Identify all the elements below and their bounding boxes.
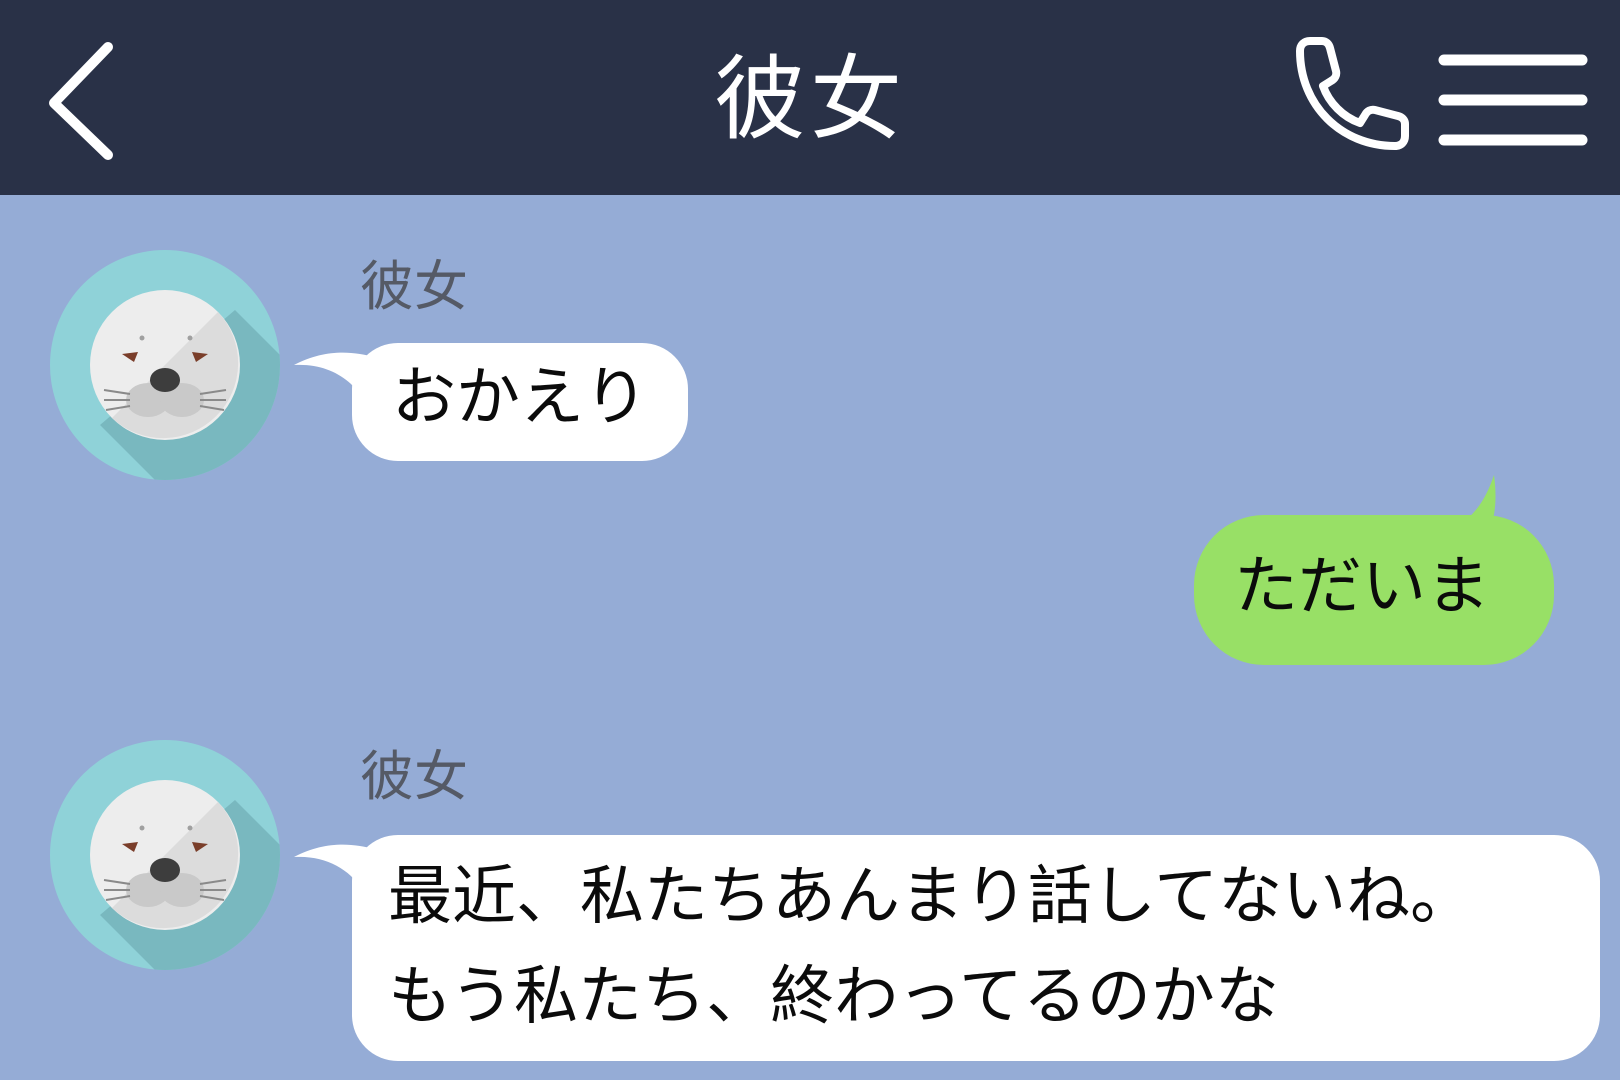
menu-button[interactable] [1438,45,1588,155]
sender-name: 彼女 [360,745,468,808]
avatar[interactable] [50,250,280,480]
chevron-left-icon [49,42,113,160]
message-text-line: もう私たち、終わってるのかな [388,960,1279,1034]
message-bubble[interactable]: ただいま [1194,475,1554,665]
message-outgoing: ただいま [0,475,1620,675]
message-incoming: 彼女 おかえり [0,195,1620,495]
back-button[interactable] [40,35,130,165]
chat-header: 彼女 [0,0,1620,195]
message-bubble[interactable]: 最近、私たちあんまり話してないね。 もう私たち、終わってるのかな [294,835,1600,1061]
message-text: ただいま [1234,550,1490,624]
message-text: おかえり [392,361,648,435]
message-text-line: 最近、私たちあんまり話してないね。 [388,860,1475,934]
call-button[interactable] [1280,35,1415,170]
chat-area[interactable]: 彼女 おかえり ただいま 彼女 最近、私たちあんまり話してないね。 もう私たち、… [0,195,1620,1080]
seal-icon [50,250,280,480]
bubble-tail [294,352,374,407]
bubble-tail [1434,475,1496,545]
avatar[interactable] [50,740,280,970]
bubble-tail [294,844,374,899]
menu-icon [1438,54,1588,146]
sender-name: 彼女 [360,255,468,318]
message-bubble[interactable]: おかえり [294,343,688,461]
phone-icon [1296,37,1409,150]
seal-icon [50,740,280,970]
message-incoming: 彼女 最近、私たちあんまり話してないね。 もう私たち、終わってるのかな [0,685,1620,1080]
